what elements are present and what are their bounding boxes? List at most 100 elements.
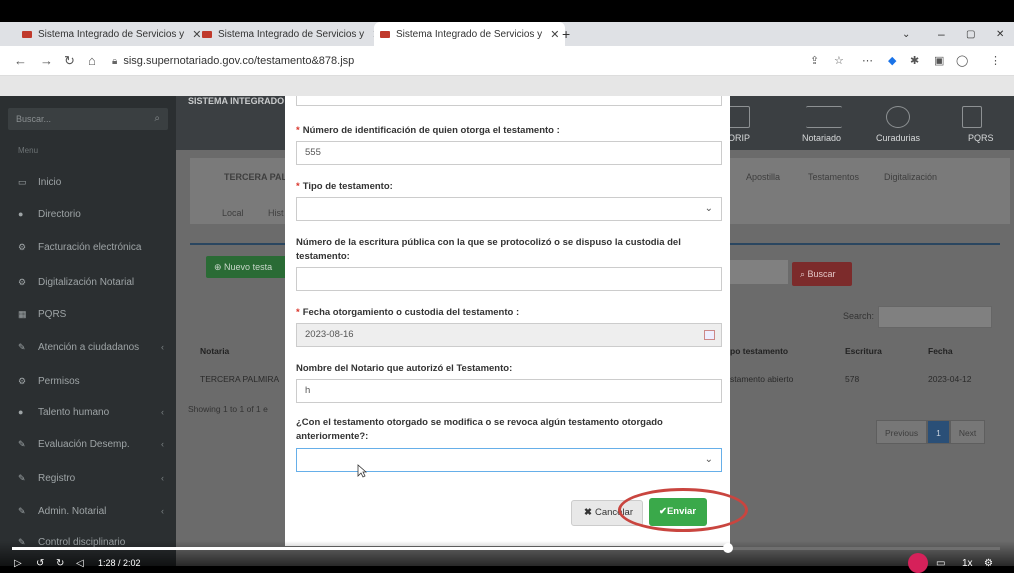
progress-handle[interactable] (723, 543, 733, 553)
search-icon[interactable]: ⌕ (154, 108, 160, 130)
chevron-down-icon[interactable]: ⌄ (896, 22, 916, 46)
column-header-tipo[interactable]: po testamento (730, 346, 788, 356)
puzzle-icon[interactable]: ✱ (910, 54, 919, 67)
pagination-previous[interactable]: Previous (876, 420, 928, 444)
chevron-left-icon: ‹ (161, 439, 164, 449)
menu-icon[interactable]: ⋮ (990, 54, 1001, 67)
table-cell: stamento abierto (730, 374, 794, 384)
sidebar-item-label: Facturación electrónica (38, 241, 142, 253)
pen-icon (962, 106, 982, 128)
identificacion-input[interactable]: 555 (296, 141, 722, 165)
sidebar-item-pqrs[interactable]: ▦ PQRS (0, 304, 176, 324)
sidebar-search-input[interactable]: Buscar... ⌕ (8, 108, 168, 130)
sidebar: Buscar... ⌕ Menu ▭ Inicio ● Directorio ⚙ Fa… (0, 96, 176, 566)
sidebar-item-directorio[interactable]: ● Directorio (0, 204, 176, 224)
tab-apostilla[interactable]: Apostilla (746, 172, 780, 182)
column-header-escritura[interactable]: Escritura (845, 346, 882, 356)
browser-tab-1[interactable]: Sistema Integrado de Servicios y ✕ (16, 22, 207, 46)
video-time: 1:28 / 2:02 (98, 558, 141, 568)
topnav-item-notariado[interactable]: Notariado (802, 133, 841, 143)
tab-testamentos[interactable]: Testamentos (808, 172, 859, 182)
column-header-notaria[interactable]: Notaria (200, 346, 229, 356)
browser-tab-3[interactable]: Sistema Integrado de Servicios y ✕ (374, 22, 566, 46)
system-label: SISTEMA INTEGRADO (188, 96, 285, 106)
subtab-historial[interactable]: Hist (268, 208, 284, 218)
escritura-input[interactable] (296, 267, 722, 291)
mouse-cursor-icon (357, 464, 367, 478)
tab-digitalizacion[interactable]: Digitalización (884, 172, 937, 182)
share-icon[interactable]: ⇪ (810, 54, 819, 67)
table-search-input[interactable] (878, 306, 992, 328)
volume-icon[interactable]: ◁ (76, 558, 84, 569)
new-tab-icon[interactable]: + (556, 22, 576, 46)
favicon-icon (380, 30, 390, 38)
new-testament-button[interactable]: ⊕ Nuevo testa (206, 256, 296, 278)
forward-icon[interactable]: → (40, 53, 53, 68)
subtab-local[interactable]: Local (222, 208, 244, 218)
extension-icon[interactable]: ◆ (888, 54, 896, 67)
required-mark: * (296, 181, 300, 192)
sidebar-item-talento[interactable]: ● Talento humano ‹ (0, 402, 176, 422)
settings-icon[interactable]: ⚙ (984, 558, 993, 569)
gears-icon: ⚙ (18, 276, 27, 287)
previous-field-input[interactable] (296, 96, 722, 106)
label-text: Fecha otorgamiento o custodia del testam… (302, 307, 520, 318)
forward-icon[interactable]: ↻ (56, 558, 64, 569)
url-text: sisg.supernotariado.gov.co/testamento&87… (123, 55, 355, 67)
rewind-icon[interactable]: ↺ (36, 558, 44, 569)
home-icon[interactable]: ⌂ (88, 53, 96, 68)
sidebar-item-admin[interactable]: ✎ Admin. Notarial ‹ (0, 501, 176, 521)
field-label-fecha: * Fecha otorgamiento o custodia del testa… (296, 306, 726, 320)
sidebar-item-permisos[interactable]: ⚙ Permisos (0, 371, 176, 391)
tipo-testamento-select[interactable]: ⌄ (296, 197, 722, 221)
column-header-fecha[interactable]: Fecha (928, 346, 953, 356)
sidebar-item-registro[interactable]: ✎ Registro ‹ (0, 468, 176, 488)
star-icon[interactable]: ☆ (834, 54, 844, 67)
captions-icon[interactable]: ▭ (936, 558, 945, 569)
maximize-icon[interactable]: ▢ (960, 22, 981, 46)
pagination-page[interactable]: 1 (927, 420, 950, 444)
testament-modal: * Número de identificación de quien otorg… (285, 96, 730, 546)
pie-icon (886, 106, 910, 128)
reload-icon[interactable]: ↻ (64, 53, 75, 69)
sidebar-item-label: Talento humano (38, 406, 110, 418)
notario-input[interactable]: h (296, 379, 722, 403)
notary-name: TERCERA PAL (224, 172, 287, 182)
pagination: Previous 1 Next (876, 420, 986, 444)
new-button-label: Nuevo testa (224, 262, 273, 272)
topnav-item-curadurias[interactable]: Curadurias (876, 133, 920, 143)
tag-icon: ✎ (18, 505, 26, 516)
filter-input[interactable] (730, 260, 788, 284)
back-icon[interactable]: ← (14, 53, 27, 68)
extension-icon[interactable]: ⋯ (862, 54, 873, 67)
bookmarks-bar (0, 76, 1014, 96)
buscar-button[interactable]: ⌕ Buscar (792, 262, 852, 286)
topnav-item-pqrs[interactable]: PQRS (968, 133, 994, 143)
table-cell: 578 (845, 374, 860, 384)
minimize-icon[interactable]: – (932, 22, 951, 46)
browser-tab-2[interactable]: Sistema Integrado de Servicios y ✕ (196, 22, 387, 46)
sidepanel-icon[interactable]: ▣ (934, 54, 944, 67)
table-cell: TERCERA PALMIRA (200, 374, 280, 384)
sidebar-item-evaluacion[interactable]: ✎ Evaluación Desemp. ‹ (0, 434, 176, 454)
address-bar[interactable]: 🔒︎ sisg.supernotariado.gov.co/testamento&… (112, 51, 354, 72)
lock-icon: 🔒︎ (112, 56, 118, 67)
sidebar-item-label: PQRS (38, 308, 67, 320)
sidebar-item-inicio[interactable]: ▭ Inicio (0, 172, 176, 192)
sidebar-item-facturacion[interactable]: ⚙ Facturación electrónica (0, 237, 176, 257)
calendar-icon[interactable] (704, 330, 715, 340)
tag-icon: ✎ (18, 438, 26, 449)
sidebar-item-digitalizacion[interactable]: ⚙ Digitalización Notarial (0, 272, 176, 292)
profile-icon[interactable]: ◯ (956, 54, 968, 67)
pagination-next[interactable]: Next (949, 420, 986, 444)
field-label-tipo: * Tipo de testamento: (296, 180, 726, 194)
label-text: Nombre del Notario que autorizó el Testa… (296, 363, 513, 374)
topnav-item-orip[interactable]: ORIP (728, 133, 750, 143)
fecha-input[interactable]: 2023-08-16 (296, 323, 722, 347)
sidebar-item-atencion[interactable]: ✎ Atención a ciudadanos ‹ (0, 337, 176, 357)
users-icon: ● (18, 407, 24, 417)
play-icon[interactable]: ▷ (14, 558, 22, 569)
close-window-icon[interactable]: ✕ (990, 22, 1010, 46)
sidebar-item-label: Inicio (38, 176, 62, 188)
playback-speed[interactable]: 1x (962, 558, 973, 569)
